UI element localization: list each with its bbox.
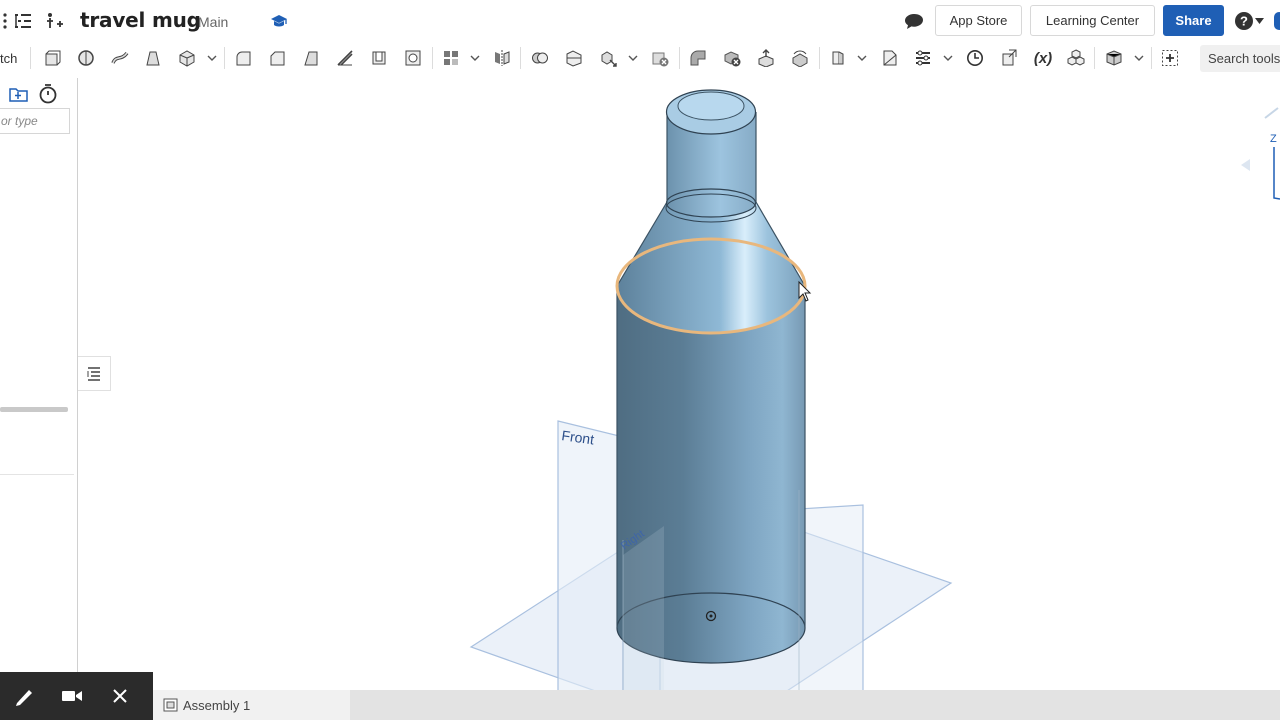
toolbar-divider <box>1151 47 1152 69</box>
rollback-bar[interactable] <box>0 407 68 412</box>
assembly-icon <box>163 698 178 712</box>
variable-formula-icon[interactable]: (x) <box>1031 47 1055 69</box>
toolbar-divider <box>1094 47 1095 69</box>
add-folder-icon[interactable] <box>8 84 30 104</box>
onshape-app: travel mug Main App Store Learning Cente… <box>0 0 1280 720</box>
replace-face-icon[interactable] <box>789 47 811 69</box>
hole-icon[interactable] <box>402 47 424 69</box>
pen-icon <box>15 690 32 706</box>
feature-list-panel: or type <box>0 78 78 674</box>
draft-icon[interactable] <box>300 47 322 69</box>
add-custom-feature-icon[interactable] <box>1159 47 1181 69</box>
composite-part-icon[interactable] <box>1065 47 1087 69</box>
chevron-down-icon[interactable] <box>857 53 867 63</box>
toolbar-divider <box>30 47 31 69</box>
chamfer-icon[interactable] <box>266 47 288 69</box>
tab-label: Assembly 1 <box>183 697 251 713</box>
loft-icon[interactable] <box>142 47 164 69</box>
search-tools-input[interactable]: Search tools <box>1200 45 1280 72</box>
delete-face-icon[interactable] <box>721 47 743 69</box>
pen-tool-button[interactable] <box>0 672 48 720</box>
mirror-icon[interactable] <box>491 47 513 69</box>
linear-pattern-icon[interactable] <box>440 47 462 69</box>
toolbar-divider <box>432 47 433 69</box>
mate-connector-icon[interactable] <box>998 47 1020 69</box>
panel-divider <box>0 474 74 475</box>
chevron-down-icon[interactable] <box>207 53 217 63</box>
toolbar-divider <box>224 47 225 69</box>
share-button[interactable]: Share <box>1163 5 1224 36</box>
move-face-icon[interactable] <box>755 47 777 69</box>
view-cube-axis <box>1273 147 1280 200</box>
chevron-down-icon[interactable] <box>470 53 480 63</box>
view-cube-rotate-arrow-icon[interactable] <box>1241 159 1250 171</box>
custom-features-icon[interactable] <box>1103 47 1125 69</box>
plane-icon[interactable] <box>827 47 849 69</box>
sketch-tool-label[interactable]: tch <box>0 51 17 66</box>
camera-button[interactable] <box>48 672 96 720</box>
close-icon <box>113 689 127 703</box>
education-cap-icon[interactable] <box>268 10 290 32</box>
split-icon[interactable] <box>563 47 585 69</box>
learning-center-button[interactable]: Learning Center <box>1030 5 1155 36</box>
close-button[interactable] <box>96 672 144 720</box>
boolean-icon[interactable] <box>529 47 551 69</box>
help-icon[interactable]: ? <box>1233 10 1255 32</box>
help-dropdown-chevron-icon[interactable] <box>1253 10 1265 32</box>
feature-toolbar: tch (x) Search tools <box>0 41 1280 75</box>
model-scene[interactable]: Front Right Z <box>79 75 1280 690</box>
toolbar-divider <box>679 47 680 69</box>
feature-filter-input[interactable]: or type <box>0 108 70 134</box>
tab-assembly-1[interactable]: Assembly 1 <box>153 690 350 720</box>
graphics-viewport[interactable]: Front Right Z <box>79 75 1280 690</box>
chevron-down-icon[interactable] <box>943 53 953 63</box>
modify-fillet-icon[interactable] <box>687 47 709 69</box>
document-title[interactable]: travel mug <box>80 8 201 32</box>
delete-part-icon[interactable] <box>649 47 671 69</box>
rollback-timer-icon[interactable] <box>37 83 59 105</box>
chevron-down-icon[interactable] <box>628 53 638 63</box>
revolve-icon[interactable] <box>75 47 97 69</box>
rib-icon[interactable] <box>334 47 356 69</box>
view-cube-axis-label: Z <box>1270 133 1277 145</box>
view-cube-edge[interactable] <box>1264 107 1279 119</box>
svg-text:?: ? <box>1240 14 1248 29</box>
chevron-down-icon[interactable] <box>1134 53 1144 63</box>
extrude-icon[interactable] <box>41 47 63 69</box>
user-avatar[interactable] <box>1274 12 1280 30</box>
comments-icon[interactable] <box>903 10 925 32</box>
sweep-icon[interactable] <box>109 47 131 69</box>
insert-part-icon[interactable] <box>43 10 65 32</box>
toolbar-divider <box>819 47 820 69</box>
variable-table-icon[interactable] <box>912 47 934 69</box>
sketch-plane-icon[interactable] <box>879 47 901 69</box>
toolbar-divider <box>520 47 521 69</box>
shell-icon[interactable] <box>368 47 390 69</box>
transform-icon[interactable] <box>597 47 619 69</box>
measure-icon[interactable] <box>964 47 986 69</box>
fillet-icon[interactable] <box>232 47 254 69</box>
top-bar: travel mug Main App Store Learning Cente… <box>0 0 1280 41</box>
feature-list-icon[interactable] <box>12 10 34 32</box>
thicken-icon[interactable] <box>176 47 198 69</box>
branch-label[interactable]: Main <box>198 14 228 30</box>
app-store-button[interactable]: App Store <box>935 5 1022 36</box>
annotation-toolbar <box>0 672 153 720</box>
video-camera-icon <box>62 691 82 701</box>
